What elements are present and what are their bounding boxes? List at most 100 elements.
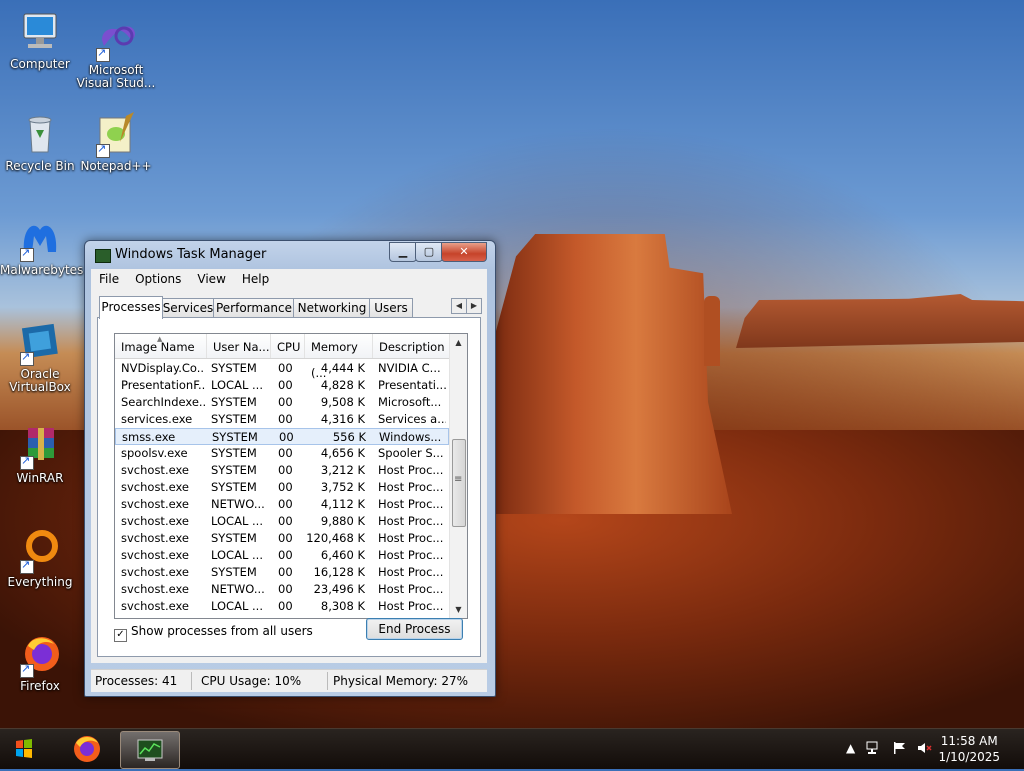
process-list[interactable]: ▲ Image Name User Na... CPU Memory (... … (114, 333, 468, 619)
menu-file[interactable]: File (91, 269, 127, 286)
scroll-up-icon[interactable]: ▲ (450, 334, 467, 351)
taskbar-task-manager[interactable] (120, 731, 180, 769)
desktop-icon-virtualbox[interactable]: Oracle VirtualBox (0, 320, 80, 394)
column-image-name[interactable]: ▲ Image Name (115, 334, 207, 358)
action-center-flag-icon[interactable] (892, 741, 908, 758)
table-row[interactable]: svchost.exe LOCAL ... 00 9,880 K Host Proc..… (115, 513, 449, 530)
table-row[interactable]: spoolsv.exe SYSTEM 00 4,656 K Spooler S... (115, 445, 449, 462)
desktop-icon-winrar[interactable]: WinRAR (0, 424, 80, 485)
cell-user-name: NETWO... (211, 582, 265, 596)
table-row[interactable]: PresentationF... LOCAL ... 00 4,828 K Presen… (115, 377, 449, 394)
shortcut-arrow-icon (96, 46, 110, 62)
minimize-button[interactable]: ▁ (389, 242, 417, 262)
title-bar[interactable]: Windows Task Manager ▁ ▢ ✕ (85, 241, 495, 269)
cell-image-name: spoolsv.exe (121, 446, 188, 460)
column-description[interactable]: Description (373, 334, 449, 358)
desktop-icon-notepad-plus-plus[interactable]: Notepad++ (76, 112, 156, 173)
desktop-icon-label: Firefox (20, 679, 60, 693)
start-button[interactable] (4, 731, 44, 767)
table-row[interactable]: svchost.exe SYSTEM 00 16,128 K Host Proc... (115, 564, 449, 581)
tab-networking[interactable]: Networking (293, 298, 371, 317)
cell-user-name: SYSTEM (211, 446, 257, 460)
status-cpu-usage: CPU Usage: 10% (201, 674, 302, 688)
cell-user-name: SYSTEM (211, 361, 257, 375)
sort-ascending-icon: ▲ (157, 335, 163, 343)
table-row[interactable]: svchost.exe NETWO... 00 4,112 K Host Proc... (115, 496, 449, 513)
cell-image-name: SearchIndexe... (121, 395, 205, 409)
table-row[interactable]: services.exe SYSTEM 00 4,316 K Services a... (115, 411, 449, 428)
cell-image-name: svchost.exe (121, 480, 190, 494)
status-processes: Processes: 41 (95, 674, 178, 688)
table-row[interactable]: SearchIndexe... SYSTEM 00 9,508 K Microsoft.… (115, 394, 449, 411)
column-cpu[interactable]: CPU (271, 334, 305, 358)
tab-processes[interactable]: Processes (99, 296, 163, 319)
cell-user-name: SYSTEM (211, 480, 257, 494)
volume-muted-icon[interactable] (916, 741, 932, 758)
cell-memory: 9,508 K (320, 395, 365, 409)
table-row[interactable]: svchost.exe SYSTEM 00 120,468 K Host Proc... (115, 530, 449, 547)
column-user-name[interactable]: User Na... (207, 334, 271, 358)
shortcut-arrow-icon (20, 558, 34, 574)
table-row[interactable]: NVDisplay.Co... SYSTEM 00 4,444 K NVIDIA C..… (115, 360, 449, 377)
cell-image-name: svchost.exe (121, 497, 190, 511)
clock[interactable]: 11:58 AM 1/10/2025 (938, 733, 1000, 765)
close-button[interactable]: ✕ (441, 242, 487, 262)
desktop-icon-visual-studio[interactable]: Microsoft Visual Stud... (76, 16, 156, 90)
vertical-scrollbar[interactable]: ▲ ▼ (449, 334, 467, 618)
cell-description: Host Proc... (378, 463, 444, 477)
network-icon[interactable] (866, 741, 882, 758)
tab-performance[interactable]: Performance (213, 298, 295, 317)
desktop-icon-everything[interactable]: Everything (0, 528, 80, 589)
everything-icon (18, 528, 62, 574)
cell-description: Host Proc... (378, 531, 444, 545)
cell-image-name: NVDisplay.Co... (121, 361, 205, 375)
tab-users[interactable]: Users (369, 298, 413, 317)
cell-cpu: 00 (278, 514, 293, 528)
shortcut-arrow-icon (20, 350, 34, 366)
menu-options[interactable]: Options (127, 269, 189, 286)
cell-cpu: 00 (278, 446, 293, 460)
table-row[interactable]: svchost.exe LOCAL ... 00 8,308 K Host Proc..… (115, 598, 449, 615)
firefox-icon (74, 736, 100, 762)
show-all-users-checkbox[interactable]: ✓ Show processes from all users (114, 624, 313, 642)
column-memory[interactable]: Memory (... (305, 334, 373, 380)
table-row[interactable]: svchost.exe NETWO... 00 23,496 K Host Proc..… (115, 581, 449, 598)
cell-description: Microsoft... (378, 395, 442, 409)
status-divider (327, 672, 328, 690)
table-row[interactable]: svchost.exe LOCAL ... 00 6,460 K Host Proc..… (115, 547, 449, 564)
recycle-bin-icon (18, 112, 62, 156)
computer-icon (18, 10, 62, 54)
scroll-thumb[interactable] (452, 439, 466, 527)
cell-description: Host Proc... (378, 565, 444, 579)
taskbar-firefox[interactable] (58, 731, 116, 767)
shortcut-arrow-icon (96, 142, 110, 158)
status-divider (191, 672, 192, 690)
task-manager-icon (137, 739, 163, 761)
tab-scroll-right-icon[interactable]: ▶ (466, 298, 482, 314)
desktop-icon-computer[interactable]: Computer (0, 10, 80, 71)
cell-user-name: SYSTEM (211, 565, 257, 579)
desktop-icon-malwarebytes[interactable]: Malwarebytes (0, 216, 83, 277)
menu-view[interactable]: View (189, 269, 233, 286)
cell-user-name: SYSTEM (211, 395, 257, 409)
tab-services[interactable]: Services (161, 298, 215, 317)
cell-description: NVIDIA C... (378, 361, 441, 375)
desktop-icon-recycle-bin[interactable]: Recycle Bin (0, 112, 80, 173)
maximize-button[interactable]: ▢ (415, 242, 443, 262)
cell-user-name: SYSTEM (211, 412, 257, 426)
tab-scroll-left-icon[interactable]: ◀ (451, 298, 467, 314)
show-hidden-icons-icon[interactable]: ▲ (846, 741, 855, 755)
task-manager-window[interactable]: Windows Task Manager ▁ ▢ ✕ File Options Vi… (84, 240, 496, 697)
cell-user-name: LOCAL ... (211, 599, 263, 613)
table-row[interactable]: smss.exe SYSTEM 00 556 K Windows... (115, 428, 449, 445)
desktop-icon-label: Microsoft Visual Stud... (76, 63, 156, 90)
table-row[interactable]: svchost.exe SYSTEM 00 3,212 K Host Proc... (115, 462, 449, 479)
scroll-down-icon[interactable]: ▼ (450, 601, 467, 618)
desktop-icon-label: Recycle Bin (5, 159, 75, 173)
wallpaper-butte (492, 234, 732, 514)
cell-cpu: 00 (278, 480, 293, 494)
menu-help[interactable]: Help (234, 269, 277, 286)
table-row[interactable]: svchost.exe SYSTEM 00 3,752 K Host Proc... (115, 479, 449, 496)
desktop-icon-firefox[interactable]: Firefox (0, 632, 80, 693)
end-process-button[interactable]: End Process (366, 618, 463, 640)
